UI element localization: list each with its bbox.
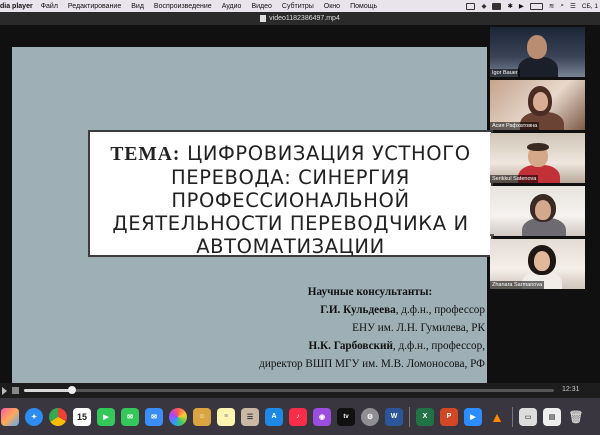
powerpoint-icon[interactable]: P: [440, 407, 458, 426]
safari-icon[interactable]: ✦: [25, 407, 43, 426]
stop-icon[interactable]: [12, 387, 19, 394]
consultant-2-degree: , д.ф.н., профессор,: [392, 340, 485, 352]
title-line-4: ДЕЯТЕЛЬНОСТИ ПЕРЕВОДЧИКА И: [112, 212, 469, 235]
word-icon[interactable]: W: [385, 407, 403, 426]
title-line-5: АВТОМАТИЗАЦИИ: [196, 235, 385, 258]
consultant-1-org: ЕНУ им. Л.Н. Гумилева, РК: [352, 322, 485, 334]
status-area: ◆ ✱ ▶ ≋ ⌕ ☰ СБ, 1: [466, 0, 598, 12]
participant-tile-2: Асия Рафхатовна: [490, 80, 585, 130]
mail-icon[interactable]: ✉: [145, 407, 163, 426]
title-line-3: ПРОФЕССИОНАЛЬНОЙ: [171, 189, 410, 212]
participant-name: Zhanara Sarmanova: [490, 281, 545, 289]
messages-icon[interactable]: ✉: [121, 407, 139, 426]
title-prefix: ТЕМА:: [110, 144, 181, 165]
menu-video[interactable]: Видео: [251, 3, 271, 10]
participant-tile-1: Igor Bauer: [490, 27, 585, 77]
menu-help[interactable]: Помощь: [350, 3, 377, 10]
control-center-icon[interactable]: ☰: [570, 2, 576, 10]
display-icon[interactable]: [492, 2, 502, 10]
settings-icon[interactable]: ⚙: [361, 407, 379, 426]
preview-icon[interactable]: ▭: [519, 407, 537, 426]
seek-bar[interactable]: [24, 386, 554, 394]
seek-knob[interactable]: [67, 386, 76, 394]
participant-name: Igor Bauer: [490, 69, 520, 77]
chrome-icon[interactable]: [49, 407, 67, 426]
menu-file[interactable]: Файл: [41, 3, 58, 10]
play-icon[interactable]: ▶: [519, 2, 524, 10]
time-display: 12:31: [562, 386, 580, 393]
contacts-icon[interactable]: ☰: [241, 407, 259, 426]
menu-window[interactable]: Окно: [324, 3, 340, 10]
launchpad-icon[interactable]: [1, 407, 19, 426]
title-line-1: ЦИФРОВИЗАЦИЯ УСТНОГО: [187, 142, 471, 165]
clock-date[interactable]: СБ, 1: [582, 3, 598, 10]
battery-icon[interactable]: [529, 2, 543, 10]
vlc-icon[interactable]: ▲: [488, 408, 506, 426]
title-line-2: ПЕРЕВОДА: СИНЕРГИЯ: [171, 166, 410, 189]
photos-icon[interactable]: [169, 407, 187, 426]
consultant-2-name: Н.К. Гарбовский: [308, 340, 393, 352]
calendar-icon[interactable]: 15: [73, 407, 91, 426]
slide-title: ТЕМА: ЦИФРОВИЗАЦИЯ УСТНОГО ПЕРЕВОДА: СИН…: [90, 142, 491, 258]
document-icon[interactable]: ▤: [543, 407, 561, 426]
menu-view[interactable]: Вид: [131, 3, 144, 10]
consultants-heading: Научные консультанты:: [307, 286, 433, 298]
consultant-1-name: Г.И. Кульдеева: [320, 304, 396, 316]
consultant-1-degree: , д.ф.н., профессор: [395, 304, 485, 316]
tv-icon[interactable]: tv: [337, 407, 355, 426]
participant-tile-5: Zhanara Sarmanova: [490, 239, 585, 289]
dock-separator: [409, 406, 410, 427]
consultants-block: Научные консультанты: Г.И. Кульдеева, д.…: [250, 283, 485, 373]
play-icon[interactable]: [2, 387, 7, 395]
notes-icon[interactable]: ≡: [217, 407, 235, 426]
wifi-icon[interactable]: ≋: [549, 2, 554, 10]
participant-name: Асия Рафхатовна: [490, 122, 540, 130]
menu-audio[interactable]: Аудио: [222, 3, 242, 10]
participant-tile-4: [490, 186, 585, 236]
seek-progress: [24, 389, 72, 392]
menu-playback[interactable]: Воспроизведение: [154, 3, 212, 10]
bluetooth-icon[interactable]: ✱: [507, 2, 512, 10]
facetime-icon[interactable]: ▶: [97, 407, 115, 426]
player-controls: 12:31: [0, 383, 600, 398]
podcasts-icon[interactable]: ◉: [313, 407, 331, 426]
slide-title-box: ТЕМА: ЦИФРОВИЗАЦИЯ УСТНОГО ПЕРЕВОДА: СИН…: [88, 130, 493, 258]
app-store-icon[interactable]: A: [265, 407, 283, 426]
consultant-2-org: директор ВШП МГУ им. М.В. Ломоносова, РФ: [259, 358, 485, 370]
app-menu[interactable]: dia player: [0, 3, 33, 10]
tray-icon[interactable]: [466, 2, 476, 10]
consultant-1: Г.И. Кульдеева, д.ф.н., профессор: [250, 301, 485, 319]
menu-edit[interactable]: Редактирование: [68, 3, 121, 10]
search-icon[interactable]: ⌕: [560, 2, 564, 10]
window-title-bar: video1182386497.mp4: [0, 12, 600, 25]
music-icon[interactable]: ♪: [289, 407, 307, 426]
dock: ✦ 15 ▶ ✉ ✉ ☺ ≡ ☰ A ♪ ◉ tv ⚙ W X P ▶ ▲ ▭ …: [0, 398, 600, 435]
trash-icon[interactable]: 🗑: [567, 408, 585, 426]
menu-subtitles[interactable]: Субтитры: [282, 3, 314, 10]
consultant-2: Н.К. Гарбовский, д.ф.н., профессор,: [250, 337, 486, 355]
finder-icon[interactable]: ☺: [193, 407, 211, 426]
dock-separator: [512, 406, 513, 427]
document-icon: [260, 15, 267, 22]
window-title: video1182386497.mp4: [269, 15, 340, 22]
participant-name: [490, 234, 494, 236]
participant-tile-3: Serikkul Satenova: [490, 133, 585, 183]
menu-bar: dia player Файл Редактирование Вид Воспр…: [0, 0, 600, 12]
dropbox-icon[interactable]: ◆: [481, 2, 486, 10]
excel-icon[interactable]: X: [416, 407, 434, 426]
participant-name: Serikkul Satenova: [490, 175, 539, 183]
zoom-icon[interactable]: ▶: [464, 407, 482, 426]
